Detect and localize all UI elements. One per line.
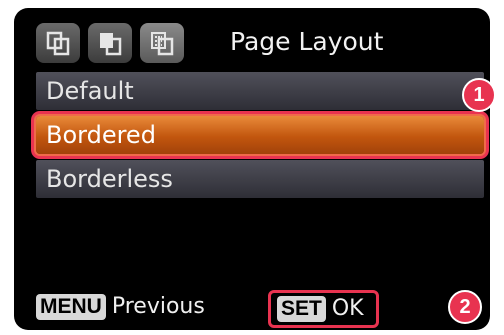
set-ok-label: OK <box>331 296 364 321</box>
tab-page-layout[interactable] <box>140 23 184 63</box>
layout-options-list: Default Bordered Borderless <box>36 72 484 204</box>
tab-bar <box>36 20 192 66</box>
camera-screen: Page Layout Default Bordered Borderless … <box>14 8 490 330</box>
page-title: Page Layout <box>230 27 384 56</box>
option-borderless[interactable]: Borderless <box>36 160 484 198</box>
set-ok-button[interactable]: SET OK <box>268 290 379 328</box>
tab-page-copy[interactable] <box>88 23 132 63</box>
option-default[interactable]: Default <box>36 72 484 110</box>
tab-single-page[interactable] <box>36 23 80 63</box>
callout-badge-2: 2 <box>448 290 482 324</box>
option-bordered[interactable]: Bordered <box>36 116 484 154</box>
page-copy-icon <box>100 33 122 56</box>
menu-previous-label: Previous <box>111 294 205 319</box>
set-key: SET <box>277 296 326 322</box>
callout-badge-1: 1 <box>462 78 496 112</box>
menu-key: MENU <box>36 294 106 320</box>
menu-previous-button[interactable]: MENU Previous <box>36 292 205 322</box>
single-page-icon <box>46 31 70 56</box>
page-layout-icon <box>151 32 174 56</box>
button-guide-bar: MENU Previous SET OK <box>14 290 490 328</box>
